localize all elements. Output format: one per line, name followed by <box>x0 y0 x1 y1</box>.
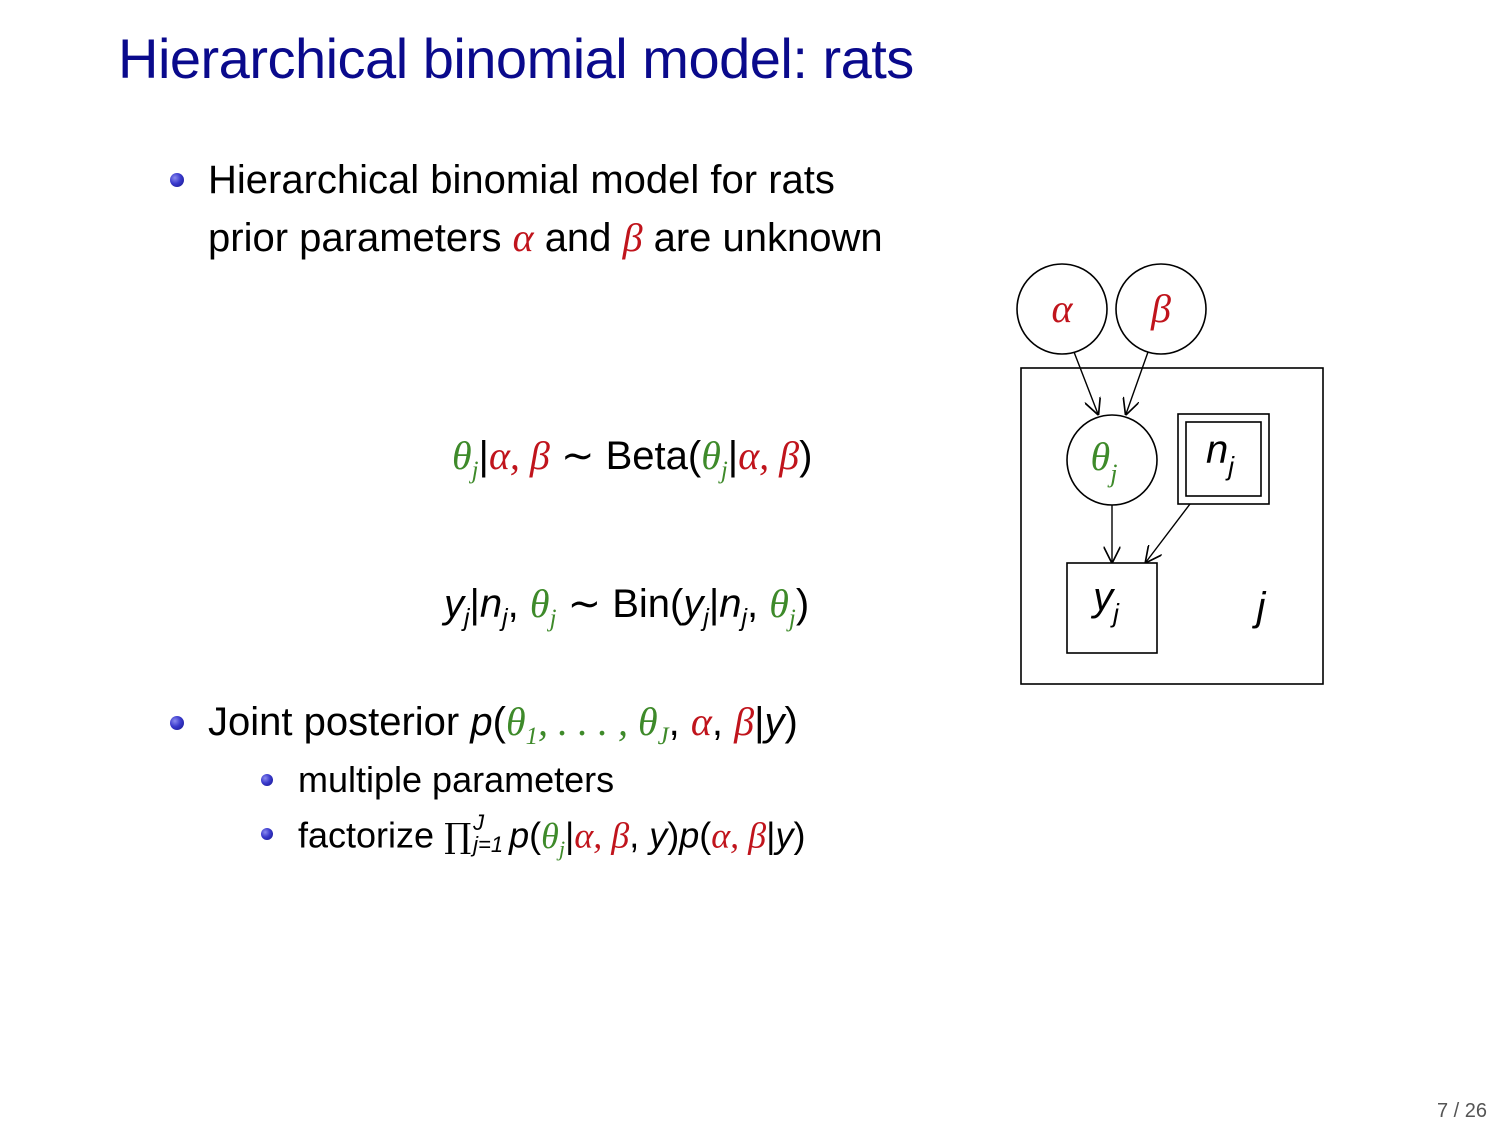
edge-n-y <box>1146 503 1191 562</box>
edge-alpha-theta <box>1073 351 1098 414</box>
graphical-model-diagram: α β θj nj yj j <box>1016 263 1324 685</box>
page-number: 7 / 26 <box>1436 1100 1487 1122</box>
beta-node-label: β <box>1150 286 1171 331</box>
alpha-node-label: α <box>1052 286 1074 331</box>
edge-beta-theta <box>1126 351 1149 414</box>
plate-label: j <box>1252 585 1267 629</box>
